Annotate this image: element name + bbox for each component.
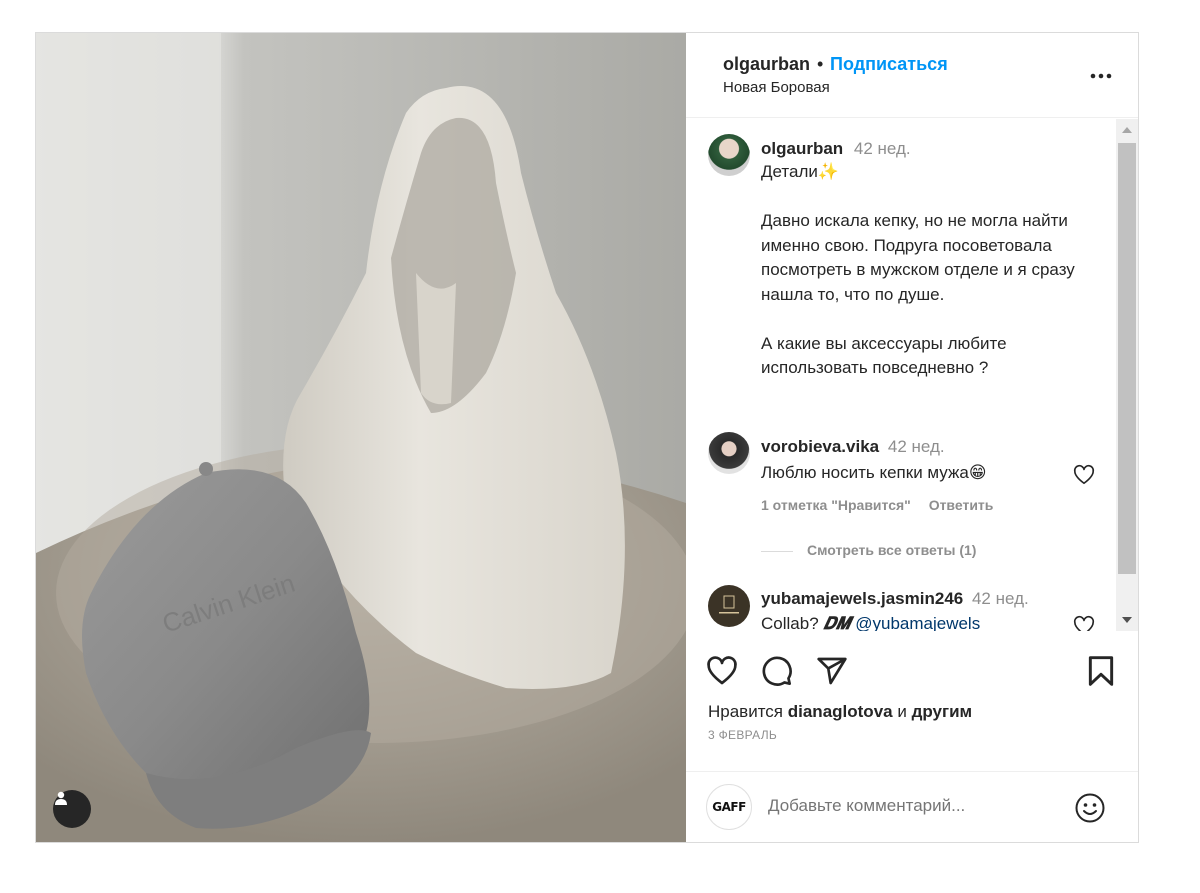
author-username[interactable]: olgaurban — [723, 54, 810, 75]
save-bookmark-icon[interactable] — [1086, 655, 1116, 687]
caption-body: Детали✨ Давно искала кепку, но не могла … — [761, 160, 1106, 381]
comment-text-body: Люблю носить кепки мужа — [761, 463, 969, 482]
current-user-avatar-text: GAFF — [712, 800, 746, 814]
uba-ma-logo-icon — [719, 595, 739, 614]
caption-time: 42 нед. — [853, 139, 911, 158]
post-photo[interactable]: Calvin Klein — [36, 33, 686, 842]
likes-others-link[interactable]: другим — [912, 702, 973, 721]
likes-conj: и — [897, 702, 907, 721]
comment-like-heart-icon[interactable] — [1073, 464, 1095, 486]
view-replies-button[interactable]: Смотреть все ответы (1) — [761, 542, 976, 558]
scrollbar-thumb[interactable] — [1118, 143, 1136, 574]
caption-title: Детали — [761, 162, 818, 181]
post-header: olgaurban • Подписаться Новая Боровая — [686, 33, 1138, 118]
post-actions-bar — [686, 633, 1138, 686]
sparkles-emoji: ✨ — [817, 162, 840, 181]
scroll-down-arrow-icon[interactable] — [1122, 617, 1132, 623]
follow-button[interactable]: Подписаться — [830, 54, 948, 75]
comment-username[interactable]: vorobieva.vika — [761, 437, 879, 456]
emoji-picker-icon[interactable] — [1074, 792, 1106, 824]
caption-title-line: Детали✨ — [761, 160, 1106, 185]
author-avatar[interactable] — [708, 134, 750, 176]
like-heart-icon[interactable] — [706, 655, 738, 687]
comment-time: 42 нед. — [887, 437, 945, 456]
post-date[interactable]: 3 ФЕВРАЛЬ — [708, 728, 777, 742]
comment-text: Collab? 𝑫𝑴 @yubamajewels — [761, 612, 1106, 631]
comment-header: yubamajewels.jasmin246 42 нед. — [761, 589, 1029, 609]
location-link[interactable]: Новая Боровая — [723, 79, 830, 96]
photo-illustration: Calvin Klein — [36, 33, 686, 842]
comment-username[interactable]: yubamajewels.jasmin246 — [761, 589, 963, 608]
caption-paragraph-1: Давно искала кепку, но не могла найти им… — [761, 211, 1075, 304]
comment-likes-count[interactable]: 1 отметка "Нравится" — [761, 497, 911, 513]
current-user-avatar[interactable]: GAFF — [706, 784, 752, 830]
commenter-avatar[interactable] — [708, 585, 750, 627]
comment-bubble-icon[interactable] — [761, 655, 793, 687]
replies-divider-line — [761, 550, 793, 552]
comment-mention-link[interactable]: @yubamajewels — [855, 614, 980, 631]
user-icon — [55, 791, 67, 805]
commenter-avatar[interactable] — [708, 432, 750, 474]
likes-prefix: Нравится — [708, 702, 784, 721]
grin-emoji: 😁 — [968, 463, 987, 482]
comment-dm-text: 𝑫𝑴 — [823, 614, 851, 631]
share-paper-plane-icon[interactable] — [816, 655, 848, 687]
scroll-up-arrow-icon[interactable] — [1122, 127, 1132, 133]
tagged-people-button[interactable] — [53, 790, 91, 828]
likes-summary: Нравится dianaglotova и другим — [708, 702, 972, 722]
comment-like-heart-icon[interactable] — [1073, 615, 1095, 631]
post-details-panel: olgaurban • Подписаться Новая Боровая ol… — [686, 33, 1138, 842]
more-horizontal-icon[interactable] — [1088, 63, 1114, 89]
comment-header: vorobieva.vika 42 нед. — [761, 437, 945, 457]
comment-text: Люблю носить кепки мужа😁 — [761, 461, 1106, 486]
liker-username[interactable]: dianaglotova — [788, 702, 893, 721]
separator-dot: • — [817, 54, 824, 74]
instagram-post: Calvin Klein olgaurban • Подписаться Нов… — [35, 32, 1139, 843]
caption-paragraph-2: А какие вы аксессуары любите использоват… — [761, 333, 1007, 378]
comments-scrollbar[interactable] — [1116, 119, 1138, 631]
comment-meta: 1 отметка "Нравится" Ответить — [761, 497, 993, 513]
add-comment-input[interactable] — [768, 796, 1068, 816]
comments-list[interactable]: olgaurban 42 нед. Детали✨ Давно искала к… — [686, 119, 1116, 631]
caption-username[interactable]: olgaurban — [761, 139, 843, 158]
caption-header: olgaurban 42 нед. — [761, 139, 911, 159]
comment-time: 42 нед. — [971, 589, 1029, 608]
view-replies-label: Смотреть все ответы (1) — [807, 542, 977, 558]
comment-text-prefix: Collab? — [761, 614, 819, 631]
reply-button[interactable]: Ответить — [929, 497, 994, 513]
add-comment-section: GAFF — [686, 771, 1138, 842]
